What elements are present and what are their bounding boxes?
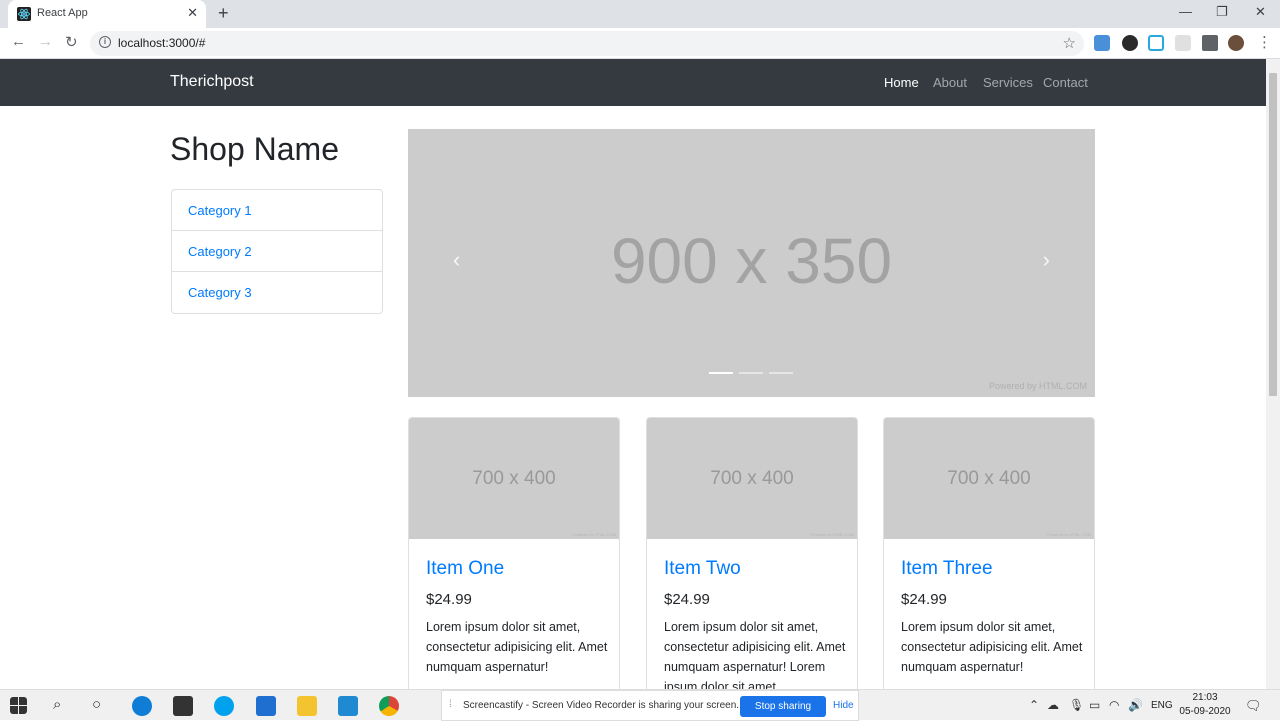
carousel-indicators <box>709 372 797 375</box>
carousel-next-icon[interactable]: › <box>1043 247 1050 273</box>
navbar-brand[interactable]: Therichpost <box>170 73 254 91</box>
nav-link-about[interactable]: About <box>933 75 967 90</box>
category-item[interactable]: Category 3 <box>172 272 382 313</box>
browser-tab-strip: React App ✕ + — ❐ ✕ <box>0 0 1280 28</box>
profile-avatar[interactable] <box>1228 35 1244 51</box>
chrome-icon[interactable] <box>379 696 399 716</box>
volume-icon[interactable]: 🔊 <box>1128 698 1143 712</box>
clock-time: 21:03 <box>1192 692 1218 703</box>
language-indicator[interactable]: ENG <box>1151 700 1173 711</box>
card-image-powered-by: Powered by HTML.COM <box>572 532 616 537</box>
cortana-icon[interactable]: ○ <box>92 696 101 713</box>
extension-n-icon[interactable] <box>1148 35 1164 51</box>
browser-tab[interactable]: React App ✕ <box>8 0 206 28</box>
notifications-icon[interactable]: 🗨 <box>1245 698 1262 714</box>
card-description: Lorem ipsum dolor sit amet, consectetur … <box>664 620 846 689</box>
card-image-placeholder-text: 700 x 400 <box>947 468 1031 489</box>
mail-icon[interactable] <box>256 696 276 716</box>
extension-shield-icon[interactable] <box>1175 35 1191 51</box>
screen-share-notification: ⁞ Screencastify - Screen Video Recorder … <box>441 690 859 721</box>
card-price: $24.99 <box>901 591 947 608</box>
edge-browser-icon[interactable] <box>132 696 152 716</box>
card-image-placeholder-text: 700 x 400 <box>710 468 794 489</box>
bookmark-star-icon[interactable]: ☆ <box>1063 34 1076 52</box>
card-title-link[interactable]: Item Two <box>664 558 741 580</box>
card-title-link[interactable]: Item Three <box>901 558 993 580</box>
card-image-powered-by: Powered by HTML.COM <box>810 532 854 537</box>
product-card: 700 x 400 Powered by HTML.COM Item Three… <box>883 417 1095 689</box>
category-item[interactable]: Category 1 <box>172 190 382 231</box>
close-window-icon[interactable]: ✕ <box>1255 4 1266 20</box>
scrollbar-thumb[interactable] <box>1269 73 1277 396</box>
skype-icon[interactable] <box>214 696 234 716</box>
card-image-powered-by: Powered by HTML.COM <box>1047 532 1091 537</box>
vscode-icon[interactable] <box>338 696 358 716</box>
carousel-placeholder-text: 900 x 350 <box>610 225 893 297</box>
address-url: localhost:3000/# <box>118 36 206 50</box>
browser-toolbar: ← → ↻ i localhost:3000/# ☆ ⋮ <box>0 28 1280 59</box>
card-price: $24.99 <box>664 591 710 608</box>
tab-title: React App <box>37 7 88 19</box>
drag-handle-icon[interactable]: ⁞ <box>449 699 452 710</box>
battery-icon[interactable]: ▭ <box>1089 698 1100 712</box>
nav-link-contact[interactable]: Contact <box>1043 75 1088 90</box>
card-description: Lorem ipsum dolor sit amet, consectetur … <box>901 620 1083 674</box>
card-image-placeholder-text: 700 x 400 <box>472 468 556 489</box>
windows-start-icon[interactable] <box>10 697 27 714</box>
page-scrollbar[interactable] <box>1266 59 1280 689</box>
carousel-prev-icon[interactable]: ‹ <box>453 247 460 273</box>
microphone-icon[interactable]: 🎙 <box>1069 698 1084 712</box>
hero-carousel: 900 x 350 ‹ › Powered by HTML.COM <box>408 129 1095 397</box>
minimize-icon[interactable]: — <box>1179 4 1192 19</box>
carousel-indicator[interactable] <box>739 372 763 374</box>
site-navbar: Therichpost Home About Services Contact <box>0 59 1266 106</box>
card-price: $24.99 <box>426 591 472 608</box>
category-list: Category 1 Category 2 Category 3 <box>171 189 383 314</box>
clock[interactable]: 21:03 05-09-2020 <box>1178 691 1232 719</box>
chevron-up-icon[interactable]: ⌃ <box>1029 698 1039 712</box>
file-explorer-icon[interactable] <box>297 696 317 716</box>
wifi-icon[interactable]: ◠ <box>1109 698 1119 712</box>
clock-date: 05-09-2020 <box>1179 706 1231 717</box>
share-message: Screencastify - Screen Video Recorder is… <box>463 700 740 711</box>
site-info-icon[interactable]: i <box>99 36 111 48</box>
product-card: 700 x 400 Powered by HTML.COM Item Two $… <box>646 417 858 689</box>
carousel-indicator[interactable] <box>709 372 733 374</box>
product-card: 700 x 400 Powered by HTML.COM Item One $… <box>408 417 620 689</box>
close-tab-icon[interactable]: ✕ <box>187 5 198 21</box>
extension-account-icon[interactable] <box>1122 35 1138 51</box>
menu-kebab-icon[interactable]: ⋮ <box>1257 33 1272 51</box>
new-tab-icon[interactable]: + <box>218 3 229 24</box>
carousel-indicator[interactable] <box>769 372 793 374</box>
address-bar[interactable]: i localhost:3000/# ☆ <box>90 31 1084 56</box>
search-icon[interactable]: ⌕ <box>53 696 61 713</box>
card-image[interactable]: 700 x 400 Powered by HTML.COM <box>409 418 619 539</box>
nav-link-services[interactable]: Services <box>983 75 1033 90</box>
store-icon[interactable] <box>173 696 193 716</box>
forward-icon[interactable]: → <box>38 33 53 50</box>
restore-icon[interactable]: ❐ <box>1216 4 1228 20</box>
category-item[interactable]: Category 2 <box>172 231 382 272</box>
os-taskbar: ⌕ ○ ⁞ Screencastify - Screen Video Recor… <box>0 689 1280 721</box>
reload-icon[interactable]: ↻ <box>65 33 78 51</box>
extension-download-icon[interactable] <box>1094 35 1110 51</box>
extensions-puzzle-icon[interactable] <box>1202 35 1218 51</box>
stop-sharing-button[interactable]: Stop sharing <box>740 696 826 717</box>
page-viewport: Therichpost Home About Services Contact … <box>0 59 1266 689</box>
nav-link-home[interactable]: Home <box>884 75 919 90</box>
react-favicon-icon <box>17 7 31 21</box>
onedrive-icon[interactable]: ☁ <box>1047 698 1059 712</box>
card-image[interactable]: 700 x 400 Powered by HTML.COM <box>647 418 857 539</box>
card-title-link[interactable]: Item One <box>426 558 504 580</box>
card-description: Lorem ipsum dolor sit amet, consectetur … <box>426 620 608 674</box>
back-icon[interactable]: ← <box>11 33 26 50</box>
card-image[interactable]: 700 x 400 Powered by HTML.COM <box>884 418 1094 539</box>
carousel-powered-by: Powered by HTML.COM <box>988 381 1087 391</box>
shop-name-heading: Shop Name <box>170 131 339 167</box>
hide-button[interactable]: Hide <box>833 700 854 711</box>
